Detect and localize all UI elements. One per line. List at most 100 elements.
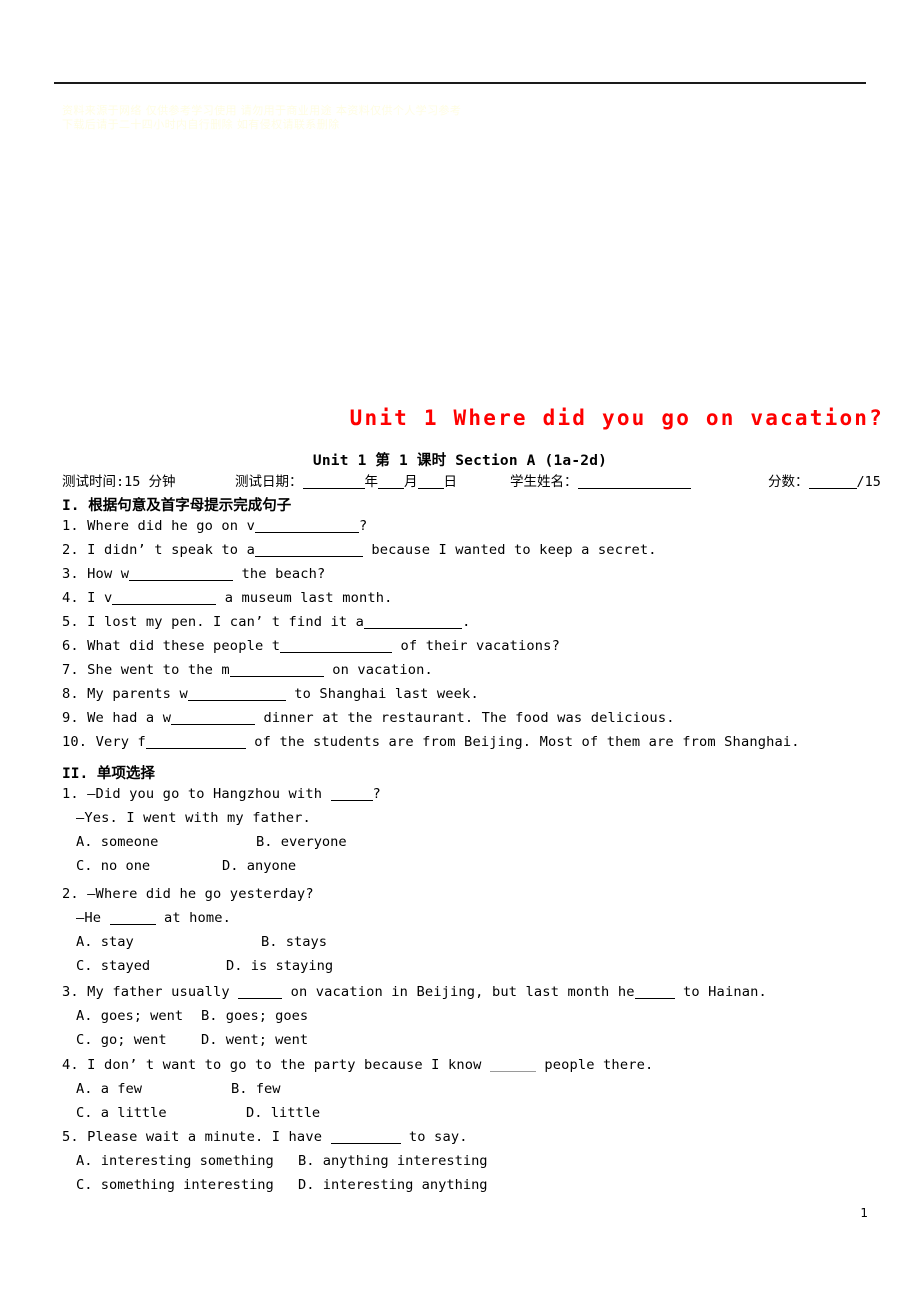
answer-blank[interactable]: [634, 984, 675, 999]
question-number: 10.: [62, 734, 88, 750]
question-text-pre: I didn’ t speak to: [87, 542, 239, 558]
option-label: B.: [298, 1153, 315, 1169]
option-row: C. a little D. little: [76, 1105, 320, 1121]
question-row: 8. My parents w to Shanghai last week.: [62, 686, 479, 702]
option-a[interactable]: A. interesting something: [76, 1153, 298, 1169]
header-divider-line: [54, 82, 866, 84]
option-c[interactable]: C. a little: [76, 1105, 246, 1121]
question-row: 2. I didn’ t speak to a because I wanted…: [62, 542, 657, 558]
page-number: 1: [860, 1206, 868, 1220]
answer-blank[interactable]: [280, 638, 393, 653]
option-a[interactable]: A. a few: [76, 1081, 231, 1097]
option-text: anything interesting: [322, 1153, 488, 1169]
option-text: stayed: [100, 958, 151, 974]
score-blank[interactable]: [808, 473, 857, 489]
question-number: 2.: [62, 886, 79, 902]
blank-hint-letter: a: [246, 542, 255, 558]
test-date-label: 测试日期：: [235, 474, 303, 490]
student-name-label: 学生姓名：: [510, 474, 578, 490]
option-c[interactable]: C. stayed: [76, 958, 226, 974]
answer-blank[interactable]: [489, 1057, 536, 1072]
answer-blank[interactable]: [187, 686, 286, 701]
option-label: A.: [76, 1081, 93, 1097]
option-label: C.: [76, 1105, 93, 1121]
option-label: B.: [261, 934, 278, 950]
question-number: 8.: [62, 686, 79, 702]
answer-blank[interactable]: [109, 910, 156, 925]
question-stem-mid: on vacation in Beijing, but last month h…: [290, 984, 635, 1000]
option-a[interactable]: A. someone: [76, 834, 256, 850]
answer-prefix: —He: [76, 910, 102, 926]
option-c[interactable]: C. something interesting: [76, 1177, 298, 1193]
question-text-pre: My parents: [87, 686, 172, 702]
option-label: D.: [201, 1032, 218, 1048]
question-number: 7.: [62, 662, 79, 678]
question-answer-line: —Yes. I went with my father.: [76, 810, 311, 826]
option-label: A.: [76, 934, 93, 950]
option-d[interactable]: D. anyone: [222, 858, 296, 874]
test-date-field: 测试日期： 年 月 日: [235, 470, 457, 490]
answer-blank[interactable]: [330, 1129, 401, 1144]
date-year-blank[interactable]: [302, 473, 365, 489]
option-c[interactable]: C. go; went: [76, 1032, 201, 1048]
question-text-pre: I: [87, 590, 96, 606]
question-text-post: .: [462, 614, 471, 630]
option-text: go; went: [100, 1032, 167, 1048]
option-text: something interesting: [100, 1177, 274, 1193]
answer-blank[interactable]: [112, 590, 217, 605]
score-label: 分数：: [768, 474, 809, 490]
option-a[interactable]: A. stay: [76, 934, 261, 950]
question-stem: —Where did he go yesterday?: [87, 886, 314, 902]
question-text-post: a museum last month.: [224, 590, 393, 606]
question-stem: Please wait a minute. I have: [87, 1129, 323, 1145]
answer-blank[interactable]: [330, 786, 373, 801]
option-b[interactable]: B. anything interesting: [298, 1153, 488, 1169]
exam-meta-row: 测试时间:15 分钟 测试日期： 年 月 日 学生姓名： 分数： /15: [62, 470, 888, 490]
option-text: stays: [285, 934, 327, 950]
question-number: 1.: [62, 786, 79, 802]
worksheet-page: 资料来源于网络 仅供参考学习使用 请勿用于商业用途 本资料仅供个人学习参考 下载…: [0, 0, 920, 1302]
option-label: D.: [226, 958, 243, 974]
option-a[interactable]: A. goes; went: [76, 1008, 201, 1024]
question-row: 1. —Did you go to Hangzhou with ?: [62, 786, 381, 802]
option-label: C.: [76, 1032, 93, 1048]
date-day-blank[interactable]: [417, 473, 444, 489]
option-text: is staying: [250, 958, 334, 974]
question-number: 3.: [62, 984, 79, 1000]
date-month-blank[interactable]: [378, 473, 404, 489]
option-d[interactable]: D. is staying: [226, 958, 333, 974]
option-b[interactable]: B. few: [231, 1081, 280, 1097]
date-day-unit: 日: [443, 474, 458, 490]
answer-blank[interactable]: [254, 542, 363, 557]
question-row: 6. What did these people t of their vaca…: [62, 638, 560, 654]
option-label: B.: [256, 834, 273, 850]
question-text-post: dinner at the restaurant. The food was d…: [263, 710, 675, 726]
option-label: A.: [76, 1008, 93, 1024]
option-d[interactable]: D. little: [246, 1105, 320, 1121]
option-b[interactable]: B. everyone: [256, 834, 347, 850]
option-text: goes; goes: [225, 1008, 309, 1024]
page-title: Unit 1 Where did you go on vacation?: [349, 406, 884, 430]
student-name-blank[interactable]: [577, 473, 691, 489]
question-number: 3.: [62, 566, 79, 582]
question-text-pre: Where did he go on: [87, 518, 239, 534]
question-text-pre: I lost my pen. I can’ t find it: [87, 614, 348, 630]
answer-blank[interactable]: [145, 734, 246, 749]
blank-hint-letter: w: [162, 710, 172, 726]
option-d[interactable]: D. went; went: [201, 1032, 308, 1048]
option-b[interactable]: B. stays: [261, 934, 327, 950]
option-c[interactable]: C. no one: [76, 858, 222, 874]
option-d[interactable]: D. interesting anything: [298, 1177, 488, 1193]
question-text-post: because I wanted to keep a secret.: [371, 542, 657, 558]
question-text-pre: We had a: [87, 710, 155, 726]
answer-blank[interactable]: [171, 710, 256, 725]
answer-blank[interactable]: [129, 566, 234, 581]
question-row: 9. We had a w dinner at the restaurant. …: [62, 710, 675, 726]
blank-hint-letter: w: [179, 686, 188, 702]
answer-blank[interactable]: [254, 518, 359, 533]
answer-blank[interactable]: [229, 662, 324, 677]
answer-blank[interactable]: [364, 614, 463, 629]
answer-blank[interactable]: [238, 984, 283, 999]
question-stem: —Did you go to Hangzhou with: [87, 786, 323, 802]
option-b[interactable]: B. goes; goes: [201, 1008, 308, 1024]
